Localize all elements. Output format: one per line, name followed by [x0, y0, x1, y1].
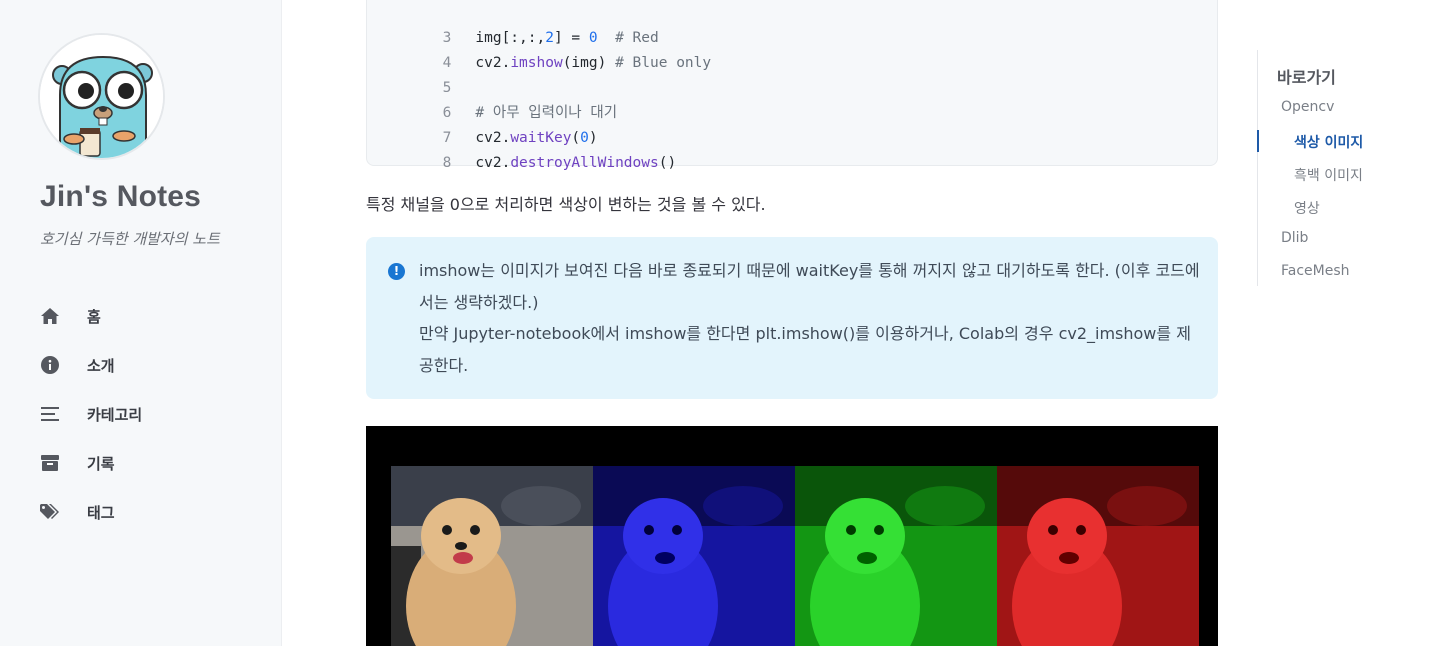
blue-channel-photo: [593, 466, 795, 646]
sidebar-item-about[interactable]: 소개: [40, 351, 142, 379]
tags-icon: [40, 502, 60, 522]
red-channel-photo: [997, 466, 1199, 646]
table-of-contents: 바로가기 Opencv 색상 이미지 흑백 이미지 영상 Dlib FaceMe…: [1257, 50, 1437, 286]
toc-item-opencv[interactable]: Opencv: [1281, 99, 1334, 115]
notice-text: imshow는 이미지가 보여진 다음 바로 종료되기 때문에 waitKey를…: [419, 255, 1204, 381]
line-number: 8: [442, 155, 452, 171]
sidebar-item-tags[interactable]: 태그: [40, 498, 142, 526]
avatar[interactable]: [38, 33, 165, 160]
info-icon: [40, 355, 60, 375]
sidebar-item-label: 기록: [87, 454, 115, 473]
code-function: destroyAllWindows: [510, 155, 659, 171]
code-token: cv2.: [475, 155, 511, 171]
sidebar-item-label: 카테고리: [87, 405, 143, 424]
sidebar-item-label: 태그: [87, 503, 115, 522]
code-block[interactable]: 3 img[:,:,2] = 0 # Red 4 cv2.imshow(img) #…: [366, 0, 1218, 171]
sidebar-item-archive[interactable]: 기록: [40, 449, 142, 477]
code-token: (): [658, 155, 677, 171]
code-function: imshow: [510, 55, 563, 71]
code-line: 4 cv2.imshow(img) # Blue only: [367, 26, 711, 71]
code-line: 3 img[:,:,2] = 0 # Red: [367, 1, 659, 46]
home-icon: [40, 306, 60, 326]
sidebar-item-label: 홈: [87, 307, 101, 326]
list-icon: [40, 404, 60, 424]
channel-result-image: [366, 426, 1218, 646]
toc-item-color-image[interactable]: 색상 이미지: [1294, 132, 1363, 152]
toc-title: 바로가기: [1277, 68, 1336, 87]
site-title[interactable]: Jin's Notes: [40, 180, 201, 214]
info-notice: ! imshow는 이미지가 보여진 다음 바로 종료되기 때문에 waitKe…: [366, 237, 1218, 399]
sidebar-nav: 홈 소개 카테고리 기록 태그: [40, 302, 142, 547]
sidebar: Jin's Notes 호기심 가득한 개발자의 노트 홈 소개 카테고리 기록: [0, 0, 282, 646]
gopher-avatar-icon: [40, 35, 163, 158]
code-line: 8 cv2.destroyAllWindows(): [367, 126, 677, 171]
exclamation-circle-icon: !: [388, 263, 405, 280]
code-token: (img): [562, 55, 616, 71]
site-subtitle: 호기심 가득한 개발자의 노트: [40, 230, 220, 248]
notice-line: imshow는 이미지가 보여진 다음 바로 종료되기 때문에 waitKey를…: [419, 261, 1200, 312]
code-line: 6 # 아무 입력이나 대기: [367, 76, 617, 121]
code-line: 5: [367, 51, 475, 96]
notice-line: 만약 Jupyter-notebook에서 imshow를 한다면 plt.im…: [419, 324, 1191, 375]
toc-item-dlib[interactable]: Dlib: [1281, 230, 1308, 246]
sidebar-item-categories[interactable]: 카테고리: [40, 400, 142, 428]
code-comment: # Blue only: [615, 55, 712, 71]
toc-item-grayscale-image[interactable]: 흑백 이미지: [1294, 165, 1363, 185]
archive-icon: [40, 453, 60, 473]
toc-item-facemesh[interactable]: FaceMesh: [1281, 263, 1350, 279]
toc-active-indicator: [1257, 130, 1259, 152]
original-dog-photo: [391, 466, 593, 646]
code-token: cv2.: [475, 55, 511, 71]
body-paragraph: 특정 채널을 0으로 처리하면 색상이 변하는 것을 볼 수 있다.: [366, 195, 766, 214]
green-channel-photo: [795, 466, 997, 646]
sidebar-item-label: 소개: [87, 356, 115, 375]
sidebar-item-home[interactable]: 홈: [40, 302, 142, 330]
toc-item-video[interactable]: 영상: [1294, 198, 1320, 218]
code-line: 7 cv2.waitKey(0): [367, 101, 598, 146]
